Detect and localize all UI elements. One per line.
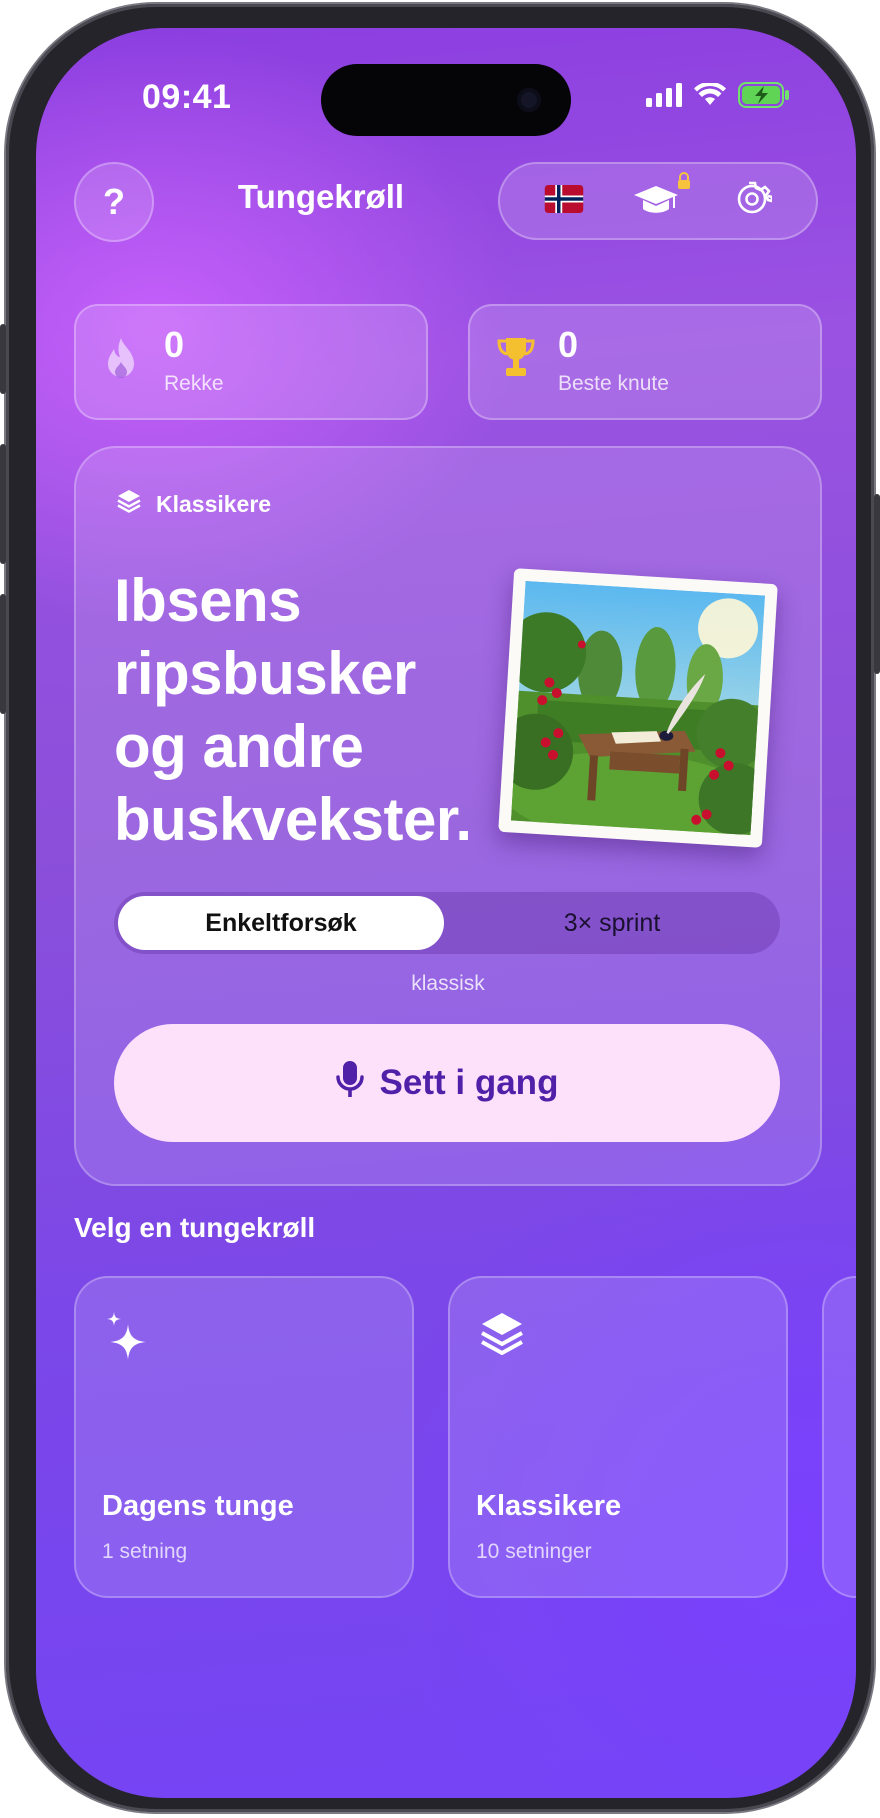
mode-segmented-control: Enkeltforsøk 3× sprint — [114, 892, 780, 954]
phone-frame: 09:41 ? Tungekrøll 0 Rekke 0 Beste knute… — [0, 4, 880, 1812]
battery-charging-icon — [738, 82, 790, 113]
header-actions — [498, 162, 818, 240]
card-classics-title: Klassikere — [476, 1490, 622, 1522]
card-next-peek[interactable] — [822, 1276, 856, 1598]
featured-category-label: Klassikere — [156, 490, 272, 517]
streak-label: Rekke — [164, 372, 224, 395]
best-label: Beste knute — [558, 372, 669, 395]
best-stat: 0 Beste knute — [468, 304, 822, 420]
gear-icon[interactable] — [732, 179, 774, 224]
wifi-icon — [694, 81, 726, 112]
layers-icon — [116, 488, 142, 520]
status-icons — [646, 81, 790, 113]
trophy-icon — [496, 336, 536, 385]
card-daily-subtitle: 1 setning — [102, 1540, 188, 1563]
card-classics-subtitle: 10 setninger — [476, 1540, 592, 1563]
featured-image — [498, 568, 778, 848]
featured-title: Ibsens ripsbusker og andre buskvekster. — [114, 567, 472, 853]
best-value: 0 — [558, 324, 579, 365]
dynamic-island — [321, 64, 571, 136]
sparkles-icon — [104, 1310, 150, 1367]
help-button[interactable]: ? — [74, 162, 154, 242]
app-screen: 09:41 ? Tungekrøll 0 Rekke 0 Beste knute… — [36, 28, 856, 1798]
card-daily[interactable]: Dagens tunge 1 setning — [74, 1276, 414, 1598]
app-title: Tungekrøll — [237, 178, 405, 215]
featured-card: Klassikere Ibsens ripsbusker og andre bu… — [74, 446, 822, 1186]
segment-single-attempt[interactable]: Enkeltforsøk — [118, 896, 444, 950]
streak-value: 0 — [164, 324, 185, 365]
section-title: Velg en tungekrøll — [74, 1212, 316, 1243]
card-classics[interactable]: Klassikere 10 setninger — [448, 1276, 788, 1598]
graduation-cap-icon[interactable] — [632, 171, 690, 225]
featured-category: Klassikere — [116, 488, 271, 520]
norway-flag-icon[interactable] — [544, 184, 584, 218]
card-daily-title: Dagens tunge — [102, 1490, 294, 1522]
signal-icon — [646, 83, 682, 112]
lock-icon — [676, 171, 692, 195]
mode-label: klassisk — [411, 972, 485, 995]
start-button[interactable]: Sett i gang — [114, 1024, 780, 1142]
status-time: 09:41 — [142, 78, 232, 116]
streak-stat: 0 Rekke — [74, 304, 428, 420]
start-button-label: Sett i gang — [379, 1063, 559, 1102]
microphone-icon — [335, 1059, 364, 1108]
layers-icon — [478, 1310, 526, 1363]
flame-icon — [102, 336, 140, 387]
segment-sprint[interactable]: 3× sprint — [448, 896, 776, 950]
